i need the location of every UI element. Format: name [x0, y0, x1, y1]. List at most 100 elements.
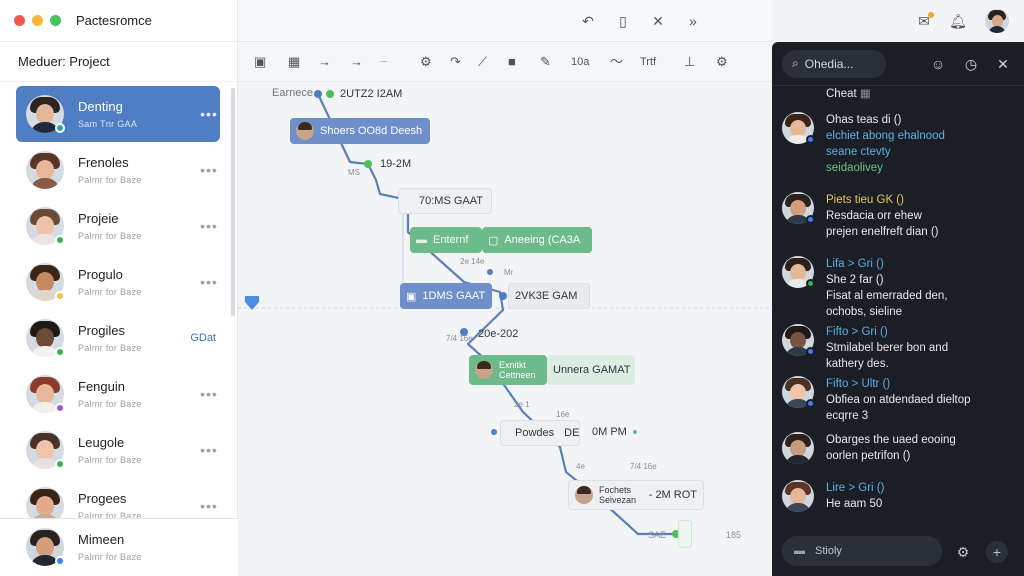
chat-message[interactable]: Fifto > Ultr () Obfiea on atdendaed dielt…: [782, 376, 1018, 424]
folder-icon[interactable]: ■: [508, 52, 516, 72]
chat-message[interactable]: Lire > Gri () He aam 50: [782, 480, 1018, 512]
node-text: Unnera GAMAT: [553, 364, 631, 376]
status-dot: [55, 403, 65, 413]
text-format-button[interactable]: Trtf: [640, 52, 656, 72]
contact-tag[interactable]: GDat: [190, 332, 216, 344]
minus-icon[interactable]: −: [380, 52, 388, 72]
chat-top-label: Cheat ▦: [826, 88, 871, 100]
contact-item[interactable]: Progiles Palmr for Baze GDat: [16, 310, 220, 366]
wave-icon[interactable]: 〜: [610, 52, 623, 72]
grid-icon[interactable]: ▦: [288, 52, 300, 72]
redo-icon[interactable]: ↷: [450, 52, 461, 72]
status-dot: [55, 291, 65, 301]
contact-subtitle: Sam Tnr GAA: [78, 119, 138, 129]
window-close-dot[interactable]: [14, 15, 25, 26]
add-icon[interactable]: +: [986, 541, 1008, 563]
diagram-canvas[interactable]: Earnece 2UTZ2 I2AM Shoers OO8d Deesh MS …: [238, 82, 772, 576]
contact-list-scrollbar[interactable]: [231, 88, 235, 316]
edge-label: 2e 14e: [460, 257, 485, 266]
more-options-icon[interactable]: •••: [198, 498, 220, 514]
search-placeholder: Ohedia...: [804, 56, 854, 71]
workflow-node[interactable]: Exnitkt Cettneen: [469, 355, 547, 385]
folder-icon: ▬: [794, 545, 805, 557]
node-port: [326, 90, 334, 98]
panel-icon[interactable]: ▣: [254, 52, 266, 72]
avatar: [26, 528, 65, 566]
settings-icon[interactable]: ⚙: [952, 541, 974, 563]
contact-subtitle: Palmr for Baze: [78, 231, 142, 241]
arrow-right-icon[interactable]: →: [318, 52, 331, 72]
settings-gear-icon[interactable]: ⚙: [420, 52, 432, 72]
workflow-node[interactable]: ▣ 1DMS GAAT: [400, 283, 492, 309]
text-size-button[interactable]: 10a: [571, 52, 589, 72]
bookmark-icon[interactable]: ▯: [613, 11, 633, 31]
message-line: Fifto > Gri (): [826, 326, 888, 338]
more-options-icon[interactable]: •••: [198, 218, 220, 234]
status-dot: [806, 215, 815, 224]
edge-label: SAE: [648, 530, 667, 540]
contact-item[interactable]: Leugole Palmr for Baze •••: [16, 422, 220, 478]
pen-icon[interactable]: ✎: [540, 52, 551, 72]
avatar: [26, 207, 65, 245]
current-user-bar: Mimeen Palmr for Baze: [0, 518, 238, 576]
wand-icon[interactable]: ⟋: [478, 52, 487, 72]
workflow-node[interactable]: Unnera GAMAT: [547, 355, 635, 385]
more-options-icon[interactable]: •••: [198, 162, 220, 178]
message-line: Fifto > Ultr (): [826, 378, 891, 390]
user-avatar[interactable]: [985, 9, 1009, 33]
history-icon[interactable]: ◷: [961, 54, 981, 74]
workflow-node[interactable]: Fochets Seivezan - 2M ROT: [568, 480, 704, 510]
chat-message[interactable]: Ohas teas di () elchiet abong ehalnood sea…: [782, 112, 1018, 176]
folder-icon: ▬: [416, 234, 427, 246]
chat-message[interactable]: Obarges the uaed eooing oorlen petrifon (…: [782, 432, 1018, 464]
more-options-icon[interactable]: •••: [198, 386, 220, 402]
align-icon[interactable]: ⊥: [684, 52, 695, 72]
edge-label: 4e: [576, 462, 585, 471]
workflow-node[interactable]: Shoers OO8d Deesh: [290, 118, 430, 144]
chat-message[interactable]: Lifa > Gri () She 2 far () Fisat al emerra…: [782, 256, 1018, 320]
contact-item[interactable]: Projeie Palmr for Baze •••: [16, 198, 220, 254]
avatar: [782, 112, 815, 144]
close-icon[interactable]: ✕: [648, 11, 668, 31]
edge-label: 16e: [556, 410, 570, 419]
close-icon[interactable]: ✕: [993, 54, 1013, 74]
contact-item[interactable]: Fenguin Palmr for Baze •••: [16, 366, 220, 422]
window-maximize-dot[interactable]: [50, 15, 61, 26]
workflow-node[interactable]: ▢ Aneeing (CA3A: [482, 227, 592, 253]
undo-arrow-icon[interactable]: ↶: [578, 11, 598, 31]
workflow-node[interactable]: 2VK3E GAM: [508, 283, 590, 309]
end-node[interactable]: [678, 520, 692, 548]
more-options-icon[interactable]: •••: [198, 106, 220, 122]
notification-badge: [928, 12, 934, 18]
add-user-icon[interactable]: ☺: [928, 54, 948, 74]
chat-message[interactable]: Fifto > Gri () Stmilabel berer bon and kat…: [782, 324, 1018, 372]
chevrons-icon[interactable]: »: [683, 11, 703, 31]
node-port: [633, 430, 637, 434]
workflow-node[interactable]: ▬ Enternf: [410, 227, 482, 253]
chat-message[interactable]: Piets tieu GK () Resdacia orr ehew prejen …: [782, 192, 1018, 240]
avatar: [26, 319, 65, 357]
workflow-node[interactable]: 70:MS GAAT: [398, 188, 492, 214]
contact-item[interactable]: Progees Palmr for Baze •••: [16, 478, 220, 518]
bell-icon[interactable]: 🔔︎: [948, 11, 968, 31]
workflow-area: ↶ ▯ ✕ » ▣ ▦ → → − ⚙ ↷ ⟋ ■ ✎ 10a 〜 Trtf ⊥…: [238, 0, 772, 576]
message-input[interactable]: ▬ Stioly: [782, 536, 942, 566]
arrow-right-icon[interactable]: →: [350, 52, 363, 72]
edge-label: 7/4 16e: [446, 334, 473, 343]
cog-icon[interactable]: ⚙: [716, 52, 728, 72]
more-options-icon[interactable]: •••: [198, 274, 220, 290]
node-text: 70:MS GAAT: [419, 195, 483, 207]
contact-item[interactable]: Denting Sam Tnr GAA •••: [16, 86, 220, 142]
node-label: 0M PM: [592, 426, 627, 438]
status-dot: [806, 135, 815, 144]
workflow-node[interactable]: Powdes DE: [500, 420, 580, 446]
avatar: [475, 361, 493, 379]
contact-item[interactable]: Frenoles Palmr for Baze •••: [16, 142, 220, 198]
chat-search-input[interactable]: ⌕ Ohedia...: [782, 49, 886, 78]
current-user-item[interactable]: Mimeen Palmr for Baze: [16, 519, 226, 575]
more-options-icon[interactable]: •••: [198, 442, 220, 458]
contact-item[interactable]: Progulo Palmr for Baze •••: [16, 254, 220, 310]
window-minimize-dot[interactable]: [32, 15, 43, 26]
avatar: [296, 122, 314, 140]
title-bar: Pactesromce: [0, 0, 237, 42]
